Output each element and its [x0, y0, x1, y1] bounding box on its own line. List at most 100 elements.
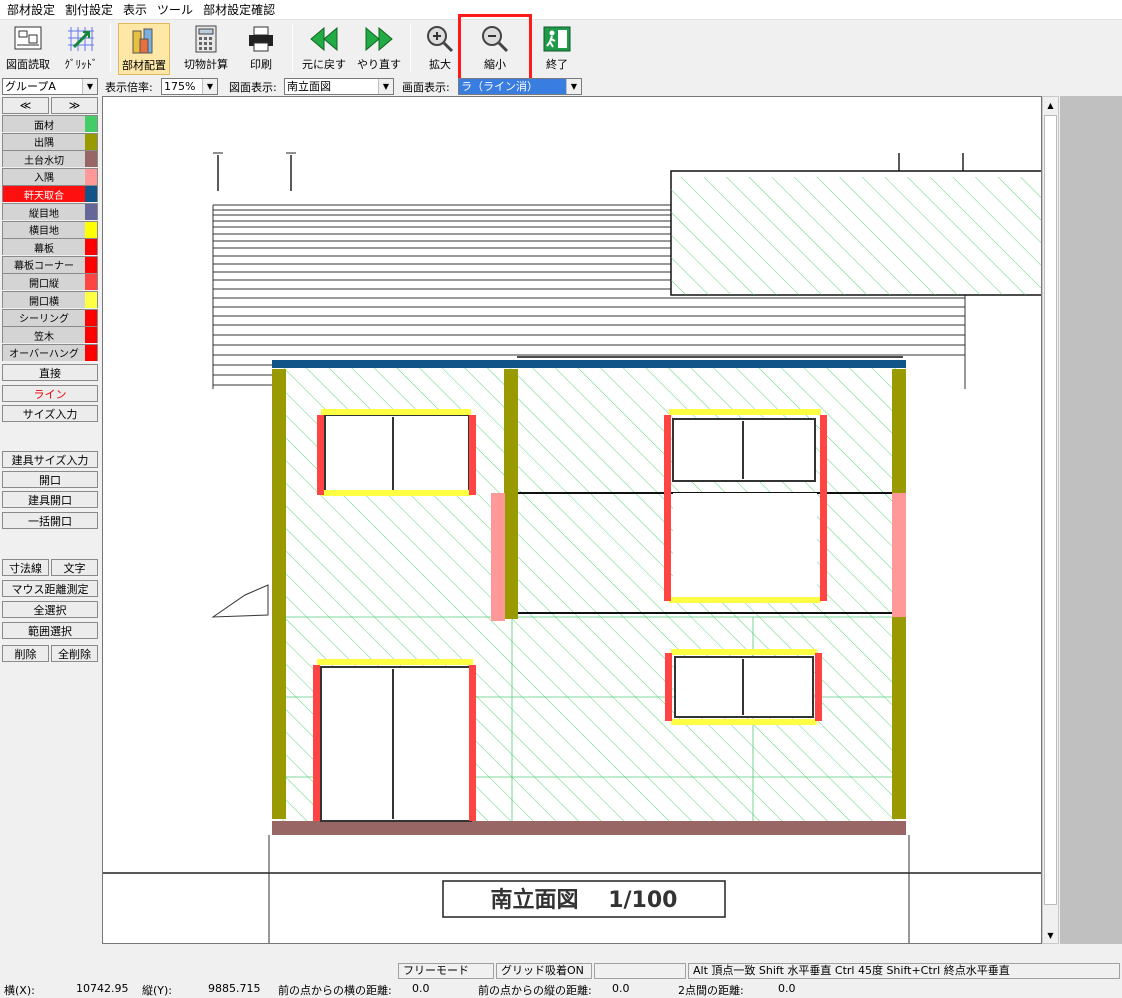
- material-item[interactable]: 軒天取合: [2, 185, 98, 203]
- view-select[interactable]: 南立面図 ▼: [284, 78, 394, 95]
- status-bar-modes: フリーモード グリッド吸着ON Alt 頂点一致 Shift 水平垂直 Ctrl…: [0, 963, 1122, 980]
- material-color-swatch: [85, 133, 97, 150]
- print-button[interactable]: 印刷: [240, 23, 282, 75]
- material-name: 面材: [3, 116, 85, 132]
- print-label: 印刷: [250, 58, 272, 71]
- zoom-out-label: 縮小: [484, 58, 506, 71]
- material-item[interactable]: 幕板: [2, 238, 98, 256]
- exit-button[interactable]: 終了: [536, 23, 578, 75]
- material-color-swatch: [85, 151, 97, 168]
- material-item[interactable]: シーリング: [2, 308, 98, 326]
- direct-button[interactable]: 直接: [2, 364, 98, 381]
- material-item[interactable]: 開口横: [2, 291, 98, 308]
- chevron-down-icon: ▼: [566, 79, 581, 94]
- material-name: 笠木: [3, 327, 85, 344]
- horizontal-scroll-area: [102, 944, 1060, 960]
- undo-button[interactable]: 元に戻す: [298, 23, 350, 75]
- menu-material-settings[interactable]: 部材設定: [4, 1, 62, 18]
- material-item[interactable]: 幕板コーナー: [2, 255, 98, 273]
- material-color-swatch: [85, 274, 97, 291]
- zoom-in-button[interactable]: 拡大: [420, 23, 460, 75]
- material-color-swatch: [85, 221, 97, 238]
- app-window: 部材設定 割付設定 表示 ツール 部材設定確認 図面読取 ｸﾞﾘｯﾄﾞ 部材配置: [0, 0, 1122, 998]
- distance-label: 2点間の距離:: [678, 984, 744, 997]
- load-drawing-button[interactable]: 図面読取: [4, 23, 52, 75]
- material-item[interactable]: 開口縦: [2, 273, 98, 291]
- size-input-button[interactable]: サイズ入力: [2, 405, 98, 422]
- fitting-opening-button[interactable]: 建具開口: [2, 491, 98, 508]
- scale-select[interactable]: 175% ▼: [161, 78, 218, 95]
- material-item[interactable]: 面材: [2, 115, 98, 132]
- left-panel: ≪ ≫ 面材 出隅 土台水切 入隅 軒天取合 縦目地 横目地 幕板 幕板コーナー 開口縦 開口横 シー…: [0, 96, 100, 960]
- scroll-thumb[interactable]: [1044, 115, 1057, 905]
- measure-button[interactable]: マウス距離測定: [2, 580, 98, 597]
- material-name: 軒天取合: [3, 186, 85, 203]
- load-drawing-label: 図面読取: [6, 58, 50, 71]
- window-upper-left: [317, 409, 476, 496]
- delete-button[interactable]: 削除: [2, 645, 49, 662]
- menu-view[interactable]: 表示: [120, 1, 154, 18]
- opening-button[interactable]: 開口: [2, 471, 98, 488]
- material-name: オーバーハング: [3, 344, 85, 361]
- screen-select-value: ラ（ライン消）: [461, 80, 538, 93]
- status-empty-cell: [594, 963, 686, 979]
- inner-corner-left: [491, 493, 505, 621]
- select-all-button[interactable]: 全選択: [2, 601, 98, 618]
- exit-icon: [540, 23, 574, 55]
- grid-snap-status: グリッド吸着ON: [496, 963, 592, 979]
- zoom-out-button[interactable]: 縮小: [474, 23, 516, 75]
- redo-button[interactable]: やり直す: [354, 23, 404, 75]
- dimension-line-button[interactable]: 寸法線: [2, 559, 49, 576]
- cut-calc-button[interactable]: 切物計算: [178, 23, 234, 75]
- key-hint-status: Alt 頂点一致 Shift 水平垂直 Ctrl 45度 Shift+Ctrl …: [688, 963, 1120, 979]
- material-name: 入隅: [3, 168, 85, 185]
- material-item[interactable]: 出隅: [2, 132, 98, 150]
- fitting-size-button[interactable]: 建具サイズ入力: [2, 451, 98, 468]
- prev-page-button[interactable]: ≪: [2, 97, 49, 114]
- place-material-button[interactable]: 部材配置: [118, 23, 170, 75]
- chevron-down-icon: ▼: [82, 79, 97, 94]
- dx-label: 前の点からの横の距離:: [278, 984, 392, 997]
- material-item[interactable]: 横目地: [2, 220, 98, 238]
- scroll-up-icon[interactable]: ▲: [1043, 97, 1058, 113]
- screen-select[interactable]: ラ（ライン消） ▼: [458, 78, 582, 95]
- exit-label: 終了: [546, 58, 568, 71]
- material-color-swatch: [85, 186, 97, 203]
- vertical-scrollbar[interactable]: ▲ ▼: [1042, 96, 1059, 944]
- drawing-canvas[interactable]: 南立面図 1/100: [102, 96, 1042, 944]
- drawing-icon: [11, 23, 45, 55]
- toolbar-separator: [110, 24, 111, 72]
- door-lower-left: [313, 659, 476, 822]
- material-item[interactable]: 笠木: [2, 326, 98, 344]
- batch-opening-button[interactable]: 一括開口: [2, 512, 98, 529]
- printer-icon: [244, 23, 278, 55]
- group-select[interactable]: グループA ▼: [2, 78, 98, 95]
- upper-hatch-fill: [671, 177, 1041, 295]
- material-item[interactable]: 縦目地: [2, 203, 98, 220]
- delete-all-button[interactable]: 全削除: [51, 645, 98, 662]
- screen-label: 画面表示:: [402, 81, 450, 94]
- empty-area: [1060, 96, 1122, 944]
- material-item[interactable]: 入隅: [2, 167, 98, 185]
- material-item[interactable]: オーバーハング: [2, 343, 98, 361]
- material-name: 縦目地: [3, 204, 85, 220]
- menu-layout-settings[interactable]: 割付設定: [62, 1, 120, 18]
- menu-tools[interactable]: ツール: [154, 1, 200, 18]
- material-name: 開口横: [3, 292, 85, 308]
- toolbar-separator: [410, 24, 411, 72]
- grid-button[interactable]: ｸﾞﾘｯﾄﾞ: [58, 23, 104, 75]
- toolbar: 図面読取 ｸﾞﾘｯﾄﾞ 部材配置 切物計算 印刷 元に戻す やり直す 拡大 縮小…: [0, 20, 1122, 76]
- view-select-value: 南立面図: [287, 80, 331, 93]
- material-name: 横目地: [3, 221, 85, 238]
- range-select-button[interactable]: 範囲選択: [2, 622, 98, 639]
- next-page-button[interactable]: ≫: [51, 97, 98, 114]
- line-button[interactable]: ライン: [2, 385, 98, 402]
- grid-label: ｸﾞﾘｯﾄﾞ: [64, 58, 98, 71]
- text-button[interactable]: 文字: [51, 559, 98, 576]
- window-upper-right: [664, 409, 827, 603]
- sill-flashing: [272, 821, 906, 835]
- menu-material-confirm[interactable]: 部材設定確認: [200, 1, 282, 18]
- scroll-down-icon[interactable]: ▼: [1043, 927, 1058, 943]
- window-lower-right: [665, 649, 822, 725]
- material-item[interactable]: 土台水切: [2, 150, 98, 168]
